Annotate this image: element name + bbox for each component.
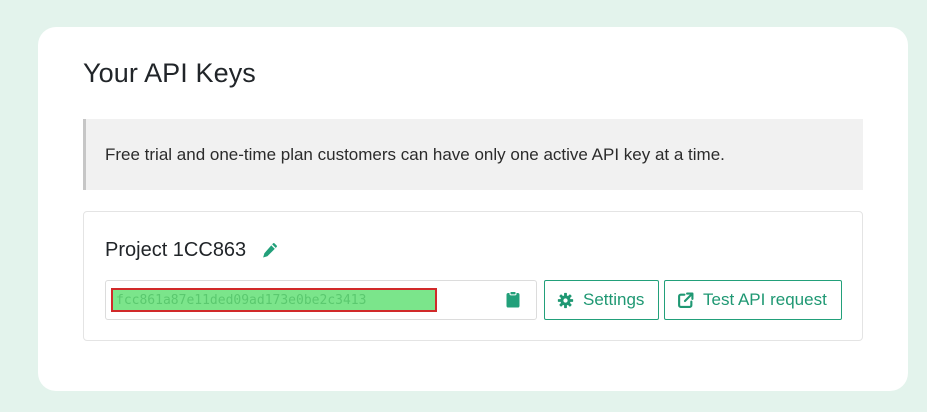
pencil-icon	[262, 243, 277, 258]
copy-key-button[interactable]	[506, 291, 522, 309]
clipboard-icon	[506, 291, 520, 308]
gear-icon	[557, 292, 574, 309]
project-header: Project 1CC863	[105, 239, 279, 262]
plan-notice: Free trial and one-time plan customers c…	[83, 119, 863, 190]
edit-project-button[interactable]	[259, 241, 279, 261]
external-link-icon	[677, 292, 694, 309]
settings-button-label: Settings	[583, 290, 645, 309]
test-api-request-button[interactable]: Test API request	[664, 280, 842, 320]
api-key-input[interactable]	[111, 288, 437, 312]
api-keys-card: Your API Keys Free trial and one-time pl…	[38, 27, 908, 391]
api-key-row: Settings Test API request	[105, 280, 842, 320]
project-panel: Project 1CC863 fcc861a87e11ded09ad173e0b…	[83, 211, 863, 341]
plan-notice-text: Free trial and one-time plan customers c…	[105, 144, 725, 164]
test-api-request-label: Test API request	[703, 290, 827, 309]
project-name: Project 1CC863	[105, 239, 247, 261]
settings-button[interactable]: Settings	[544, 280, 659, 320]
page-title: Your API Keys	[83, 58, 256, 88]
api-key-field	[105, 280, 537, 320]
